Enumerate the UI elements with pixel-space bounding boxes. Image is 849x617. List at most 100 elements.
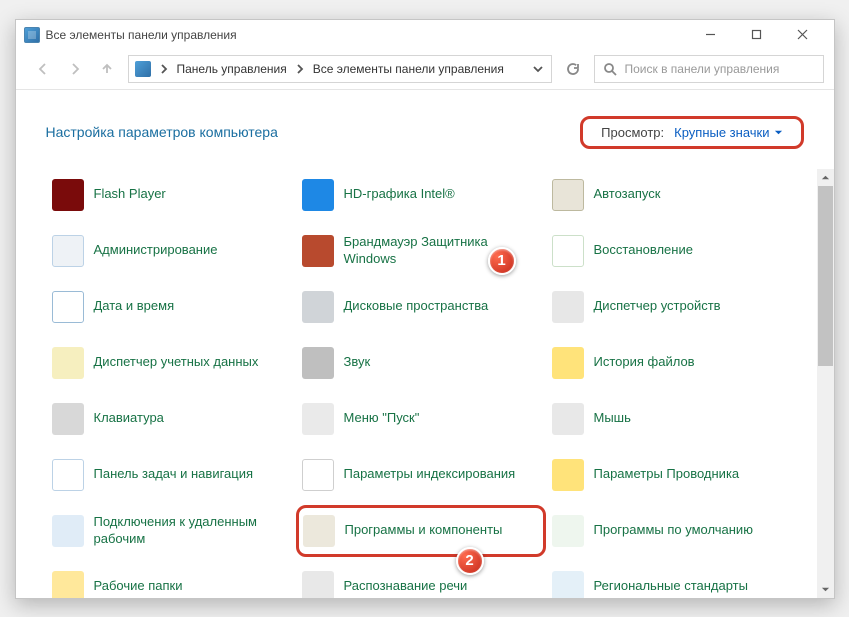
cp-item[interactable]: Программы по умолчанию (546, 505, 796, 557)
app-icon (24, 27, 40, 43)
cp-item[interactable]: Звук (296, 337, 546, 389)
ic-region-icon (552, 571, 584, 598)
cp-item[interactable]: Автозапуск (546, 169, 796, 221)
view-value[interactable]: Крупные значки (674, 125, 782, 140)
minimize-button[interactable] (688, 20, 734, 50)
nav-up-button[interactable] (96, 58, 118, 80)
refresh-button[interactable] (562, 58, 584, 80)
ic-index-icon (302, 459, 334, 491)
ic-explopt-icon (552, 459, 584, 491)
cp-item[interactable]: Восстановление (546, 225, 796, 277)
annotation-badge-1: 1 (488, 247, 516, 275)
cp-item[interactable]: Панель задач и навигация (46, 449, 296, 501)
breadcrumb-segment[interactable]: Панель управления (177, 62, 287, 76)
vertical-scrollbar[interactable] (817, 169, 834, 598)
ic-start-icon (302, 403, 334, 435)
header-row: Настройка параметров компьютера Просмотр… (16, 90, 834, 169)
cp-item-label: Дата и время (94, 298, 175, 314)
cp-item[interactable]: Клавиатура (46, 393, 296, 445)
cp-item-label: Меню "Пуск" (344, 410, 420, 426)
view-label: Просмотр: (601, 125, 664, 140)
ic-autorun-icon (552, 179, 584, 211)
control-panel-window: Все элементы панели управления Панель уп… (15, 19, 835, 599)
ic-sound-icon (302, 347, 334, 379)
cp-item-label: Подключения к удаленным рабочим (94, 514, 274, 547)
ic-recovery-icon (552, 235, 584, 267)
ic-devmgr-icon (552, 291, 584, 323)
maximize-button[interactable] (734, 20, 780, 50)
ic-workf-icon (52, 571, 84, 598)
ic-keyboard-icon (52, 403, 84, 435)
chevron-down-icon (774, 128, 783, 137)
scroll-down-button[interactable] (817, 581, 834, 598)
ic-intel-icon (302, 179, 334, 211)
ic-accdata-icon (52, 347, 84, 379)
ic-date-icon (52, 291, 84, 323)
scroll-thumb[interactable] (818, 186, 833, 366)
cp-item[interactable]: Flash Player (46, 169, 296, 221)
cp-item-label: Дисковые пространства (344, 298, 489, 314)
cp-item[interactable]: Диспетчер учетных данных (46, 337, 296, 389)
cp-item-label: Клавиатура (94, 410, 164, 426)
ic-programs-icon (303, 515, 335, 547)
nav-forward-button[interactable] (64, 58, 86, 80)
addressbar-dropdown-icon[interactable] (531, 62, 545, 76)
cp-item-label: Администрирование (94, 242, 218, 258)
cp-item-label: Рабочие папки (94, 578, 183, 594)
cp-item-label: Восстановление (594, 242, 693, 258)
cp-item-label: Автозапуск (594, 186, 661, 202)
window-controls (688, 20, 826, 50)
cp-item[interactable]: Дата и время (46, 281, 296, 333)
ic-disk-icon (302, 291, 334, 323)
cp-item-label: Диспетчер устройств (594, 298, 721, 314)
cp-item-label: Параметры индексирования (344, 466, 516, 482)
cp-item[interactable]: Параметры индексирования (296, 449, 546, 501)
cp-item-label: Звук (344, 354, 371, 370)
cp-item[interactable]: Рабочие папки (46, 561, 296, 598)
breadcrumb-segment[interactable]: Все элементы панели управления (313, 62, 504, 76)
ic-filehist-icon (552, 347, 584, 379)
chevron-right-icon[interactable] (157, 62, 171, 76)
ic-admin-icon (52, 235, 84, 267)
cp-item-label: Программы и компоненты (345, 522, 503, 538)
cp-item[interactable]: Администрирование (46, 225, 296, 277)
close-button[interactable] (780, 20, 826, 50)
page-title: Настройка параметров компьютера (46, 124, 278, 140)
cp-item-label: HD-графика Intel® (344, 186, 455, 202)
nav-back-button[interactable] (32, 58, 54, 80)
address-bar[interactable]: Панель управления Все элементы панели уп… (128, 55, 552, 83)
titlebar: Все элементы панели управления (16, 20, 834, 50)
cp-item[interactable]: Мышь (546, 393, 796, 445)
cp-item-label: Flash Player (94, 186, 166, 202)
view-selector[interactable]: Просмотр: Крупные значки (580, 116, 803, 149)
cp-item[interactable]: Параметры Проводника (546, 449, 796, 501)
search-icon (603, 62, 617, 76)
cp-item[interactable]: Меню "Пуск" (296, 393, 546, 445)
cp-item[interactable]: Дисковые пространства (296, 281, 546, 333)
cp-item[interactable]: Региональные стандарты (546, 561, 796, 598)
cp-item-label: Панель задач и навигация (94, 466, 254, 482)
cp-item-label: История файлов (594, 354, 695, 370)
cp-item-label: Распознавание речи (344, 578, 468, 594)
cp-item[interactable]: История файлов (546, 337, 796, 389)
items-grid: Flash Player HD-графика Intel® Автозапуск А… (46, 169, 832, 598)
cp-item[interactable]: Программы и компоненты (296, 505, 546, 557)
ic-flash-icon (52, 179, 84, 211)
cp-item[interactable]: Распознавание речи (296, 561, 546, 598)
navigation-bar: Панель управления Все элементы панели уп… (16, 50, 834, 90)
search-input[interactable]: Поиск в панели управления (594, 55, 824, 83)
window-title: Все элементы панели управления (46, 28, 237, 42)
annotation-badge-2: 2 (456, 547, 484, 575)
scroll-up-button[interactable] (817, 169, 834, 186)
ic-default-icon (552, 515, 584, 547)
breadcrumb-root-icon (135, 61, 151, 77)
cp-item[interactable]: Подключения к удаленным рабочим (46, 505, 296, 557)
content-area: Flash Player HD-графика Intel® Автозапуск А… (16, 169, 834, 598)
ic-remote-icon (52, 515, 84, 547)
cp-item[interactable]: Диспетчер устройств (546, 281, 796, 333)
chevron-right-icon[interactable] (293, 62, 307, 76)
cp-item-label: Диспетчер учетных данных (94, 354, 259, 370)
ic-firewall-icon (302, 235, 334, 267)
cp-item[interactable]: HD-графика Intel® (296, 169, 546, 221)
ic-speech-icon (302, 571, 334, 598)
